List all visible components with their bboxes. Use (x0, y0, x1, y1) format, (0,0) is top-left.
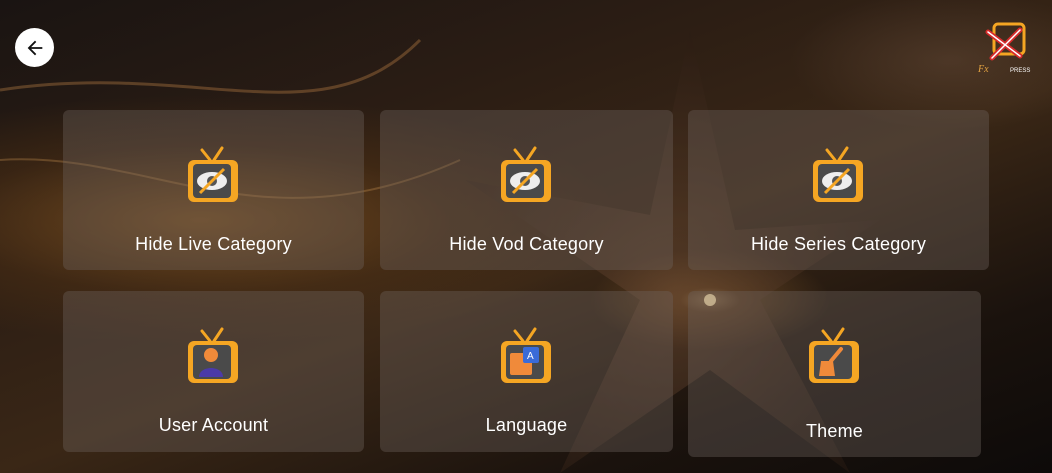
arrow-left-icon (27, 40, 42, 55)
brush-tv-icon (808, 327, 859, 383)
translate-tv-icon: A (500, 327, 551, 383)
tile-label: Hide Live Category (135, 234, 292, 254)
app-logo: Fx PRESS (977, 22, 1030, 75)
tile-label: Hide Series Category (750, 234, 927, 254)
tile-label: User Account (158, 415, 269, 435)
hidden-eye-tv-icon (500, 146, 551, 202)
svg-text:PRESS: PRESS (1010, 68, 1030, 74)
back-button[interactable] (15, 28, 54, 67)
hidden-eye-tv-icon (812, 146, 863, 202)
tile-theme[interactable]: Theme (688, 291, 981, 457)
tile-language[interactable]: A Language (380, 291, 673, 452)
svg-text:Fx: Fx (977, 64, 989, 75)
tile-label: Language (485, 415, 568, 435)
user-tv-icon (187, 327, 238, 383)
hidden-eye-tv-icon (187, 146, 238, 202)
tile-label: Hide Vod Category (449, 234, 604, 254)
svg-text:A: A (527, 351, 534, 362)
tile-hide-vod-category[interactable]: Hide Vod Category (380, 110, 673, 270)
tile-hide-live-category[interactable]: Hide Live Category (63, 110, 364, 270)
tile-hide-series-category[interactable]: Hide Series Category (688, 110, 989, 270)
tile-label: Theme (805, 421, 864, 441)
tile-user-account[interactable]: User Account (63, 291, 364, 452)
